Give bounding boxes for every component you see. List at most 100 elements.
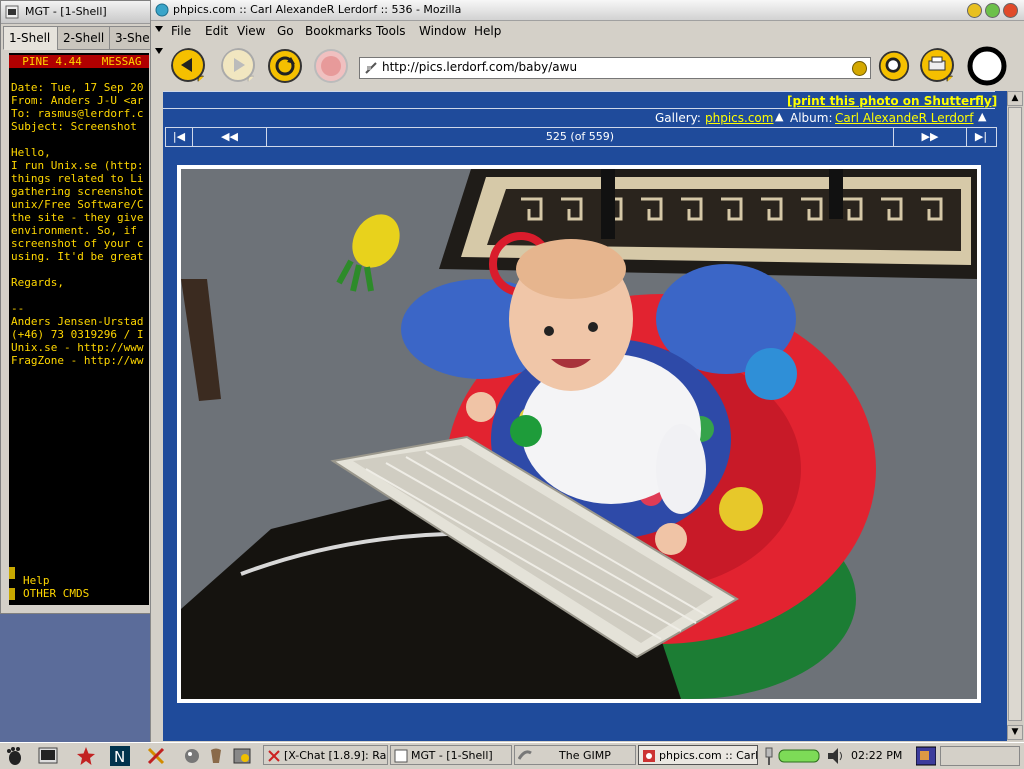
stop-button-icon[interactable] xyxy=(313,48,349,84)
print-on-shutterfly-link[interactable]: [print this photo on Shutterfly] xyxy=(787,94,997,108)
terminal-line: Subject: Screenshot xyxy=(11,120,144,133)
shell-launcher-icon[interactable] xyxy=(206,746,226,766)
previous-photo-icon[interactable]: ◀◀ xyxy=(193,128,267,146)
workspace-switcher-icon[interactable] xyxy=(916,746,936,766)
task-gimp-label: The GIMP xyxy=(559,749,611,762)
terminal-line: -- xyxy=(11,302,25,315)
terminal-line: using. It'd be great xyxy=(11,250,144,263)
menu-window[interactable]: Window xyxy=(419,24,466,38)
terminal-tabs: 1-Shell 2-Shell 3-Shel xyxy=(3,26,154,50)
clock[interactable]: 02:22 PM xyxy=(851,749,902,762)
tools-launcher-icon[interactable] xyxy=(146,746,166,766)
terminal-line: Hello, xyxy=(11,146,51,159)
last-photo-icon[interactable]: ▶| xyxy=(967,128,995,146)
browser-titlebar[interactable]: phpics.com :: Carl AlexandeR Lerdorf :: … xyxy=(151,0,1024,21)
tab-1-shell[interactable]: 1-Shell xyxy=(3,26,59,50)
gallery-link[interactable]: phpics.com xyxy=(705,111,773,125)
terminal-line: the site - they give xyxy=(11,211,144,224)
page-content: [print this photo on Shutterfly] Gallery… xyxy=(163,91,1007,741)
navigation-toolbar: http://pics.lerdorf.com/baby/awu xyxy=(151,44,1024,90)
tab-2-shell[interactable]: 2-Shell xyxy=(57,26,113,50)
browser-window: phpics.com :: Carl AlexandeR Lerdorf :: … xyxy=(150,0,1024,742)
plug-icon[interactable] xyxy=(762,746,776,766)
forward-button-icon[interactable] xyxy=(221,48,257,84)
gimp-task-icon xyxy=(518,750,532,760)
tab-3-shell[interactable]: 3-Shel xyxy=(109,26,154,50)
gimp-launcher-icon[interactable] xyxy=(182,746,202,766)
help-key-indicator xyxy=(9,567,15,579)
netscape-launcher-icon[interactable]: N xyxy=(110,746,130,766)
terminal-line: gathering screenshot xyxy=(11,185,144,198)
photo-frame[interactable] xyxy=(177,165,981,703)
print-button-icon[interactable] xyxy=(920,48,956,84)
menu-view[interactable]: View xyxy=(237,24,265,38)
menu-go[interactable]: Go xyxy=(277,24,294,38)
terminal-line: Date: Tue, 17 Sep 20 xyxy=(11,81,144,94)
baby-photo xyxy=(181,169,977,699)
photo-counter: 525 (of 559) xyxy=(267,128,894,146)
terminal-title: MGT - [1-Shell] xyxy=(25,5,107,18)
terminal-line: unix/Free Software/C xyxy=(11,198,144,211)
menu-file[interactable]: File xyxy=(171,24,191,38)
terminal-launcher-icon[interactable] xyxy=(38,746,58,766)
terminal-line: Anders Jensen-Urstad xyxy=(11,315,144,328)
menu-help[interactable]: Help xyxy=(474,24,501,38)
terminal-titlebar[interactable]: MGT - [1-Shell] xyxy=(1,1,153,24)
terminal-app-icon xyxy=(5,5,19,19)
terminal-line: things related to Li xyxy=(11,172,144,185)
menu-edit[interactable]: Edit xyxy=(205,24,228,38)
gnome-foot-icon[interactable] xyxy=(4,746,24,766)
star-launcher-icon[interactable] xyxy=(76,746,96,766)
album-label: Album: xyxy=(790,111,833,125)
menubar-grip-icon[interactable] xyxy=(155,26,163,34)
next-photo-icon[interactable]: ▶▶ xyxy=(894,128,967,146)
task-gimp[interactable]: The GIMP xyxy=(514,745,636,765)
scroll-up-icon[interactable]: ▲ xyxy=(1007,91,1023,106)
clock-launcher-icon[interactable] xyxy=(232,746,252,766)
terminal-line: Regards, xyxy=(11,276,64,289)
mozilla-icon xyxy=(155,3,169,17)
toolbar-grip-icon[interactable] xyxy=(155,48,163,56)
baby-photo-drawing xyxy=(181,169,977,699)
album-up-arrow-icon[interactable]: ▲ xyxy=(978,110,986,123)
terminal-line: FragZone - http://ww xyxy=(11,354,144,367)
terminal-line: (+46) 73 0319296 / I xyxy=(11,328,144,341)
menu-bookmarks[interactable]: Bookmarks xyxy=(305,24,372,38)
volume-icon[interactable] xyxy=(826,746,846,766)
gallery-up-arrow-icon[interactable]: ▲ xyxy=(775,110,783,123)
page-scrollbar[interactable]: ▲ ▼ xyxy=(1007,91,1023,741)
workspace-pager[interactable] xyxy=(940,746,1020,766)
menu-tools[interactable]: Tools xyxy=(376,24,406,38)
pine-help-command: Help xyxy=(23,574,50,587)
maximize-button[interactable] xyxy=(985,3,1000,18)
taskbar: N [X-Chat [1.8.9]: Rasmu MGT - [1-Shell]… xyxy=(0,742,1024,769)
album-link[interactable]: Carl AlexandeR Lerdorf xyxy=(835,111,973,125)
gallery-label: Gallery: xyxy=(655,111,701,125)
minimize-button[interactable] xyxy=(967,3,982,18)
pine-other-cmds-command: OTHER CMDS xyxy=(23,587,90,600)
back-button-icon[interactable] xyxy=(171,48,207,84)
terminal-window: MGT - [1-Shell] 1-Shell 2-Shell 3-Shel P… xyxy=(0,0,154,614)
throbber-icon[interactable] xyxy=(967,46,1007,86)
browser-title: phpics.com :: Carl AlexandeR Lerdorf :: … xyxy=(173,3,462,16)
url-field[interactable]: http://pics.lerdorf.com/baby/awu xyxy=(359,57,871,79)
task-xchat[interactable]: [X-Chat [1.8.9]: Rasmu xyxy=(263,745,388,765)
terminal-line: Unix.se - http://www xyxy=(11,341,144,354)
terminal-line: To: rasmus@lerdorf.c xyxy=(11,107,144,120)
other-cmds-key-indicator xyxy=(9,588,15,600)
terminal-screen[interactable]: PINE 4.44 MESSAG Date: Tue, 17 Sep 20 Fro… xyxy=(9,53,149,605)
scroll-down-icon[interactable]: ▼ xyxy=(1007,725,1023,740)
scrollbar-thumb[interactable] xyxy=(1008,107,1022,721)
reload-button-icon[interactable] xyxy=(267,48,303,84)
task-mozilla-label: phpics.com :: Carl Ale xyxy=(659,749,758,762)
search-button-icon[interactable] xyxy=(878,50,910,82)
first-photo-icon[interactable]: |◀ xyxy=(166,128,193,146)
task-mgt-shell[interactable]: MGT - [1-Shell] xyxy=(390,745,512,765)
battery-meter-icon[interactable] xyxy=(778,746,822,766)
terminal-line: screenshot of your c xyxy=(11,237,144,250)
url-history-dropdown[interactable] xyxy=(852,61,867,76)
page-proxy-icon[interactable] xyxy=(364,61,378,75)
task-mozilla[interactable]: phpics.com :: Carl Ale xyxy=(638,745,758,765)
terminal-line: environment. So, if xyxy=(11,224,144,237)
close-button[interactable] xyxy=(1003,3,1018,18)
